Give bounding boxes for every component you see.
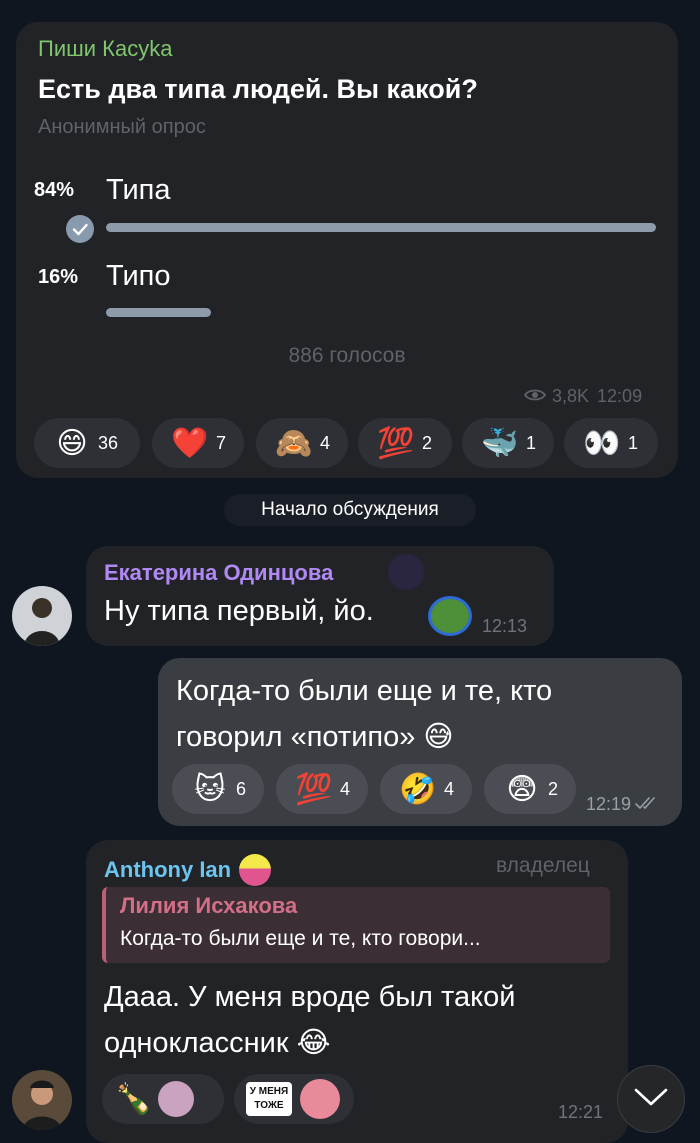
poll-message: Пиши Касуka Есть два типа людей. Вы како…	[16, 22, 678, 478]
reaction-count: 4	[444, 778, 455, 799]
reply-text: Когда-то были еще и те, кто говори...	[120, 927, 481, 950]
cat-icon: 🐱	[194, 772, 226, 806]
double-check-icon	[635, 794, 659, 815]
anime-avatar-icon	[158, 1081, 194, 1117]
reply-quote[interactable]: Лилия Исхакова Когда-то были еще и те, к…	[102, 887, 610, 963]
message-time: 12:21	[558, 1102, 604, 1122]
sweat-smile-icon: 😅	[423, 721, 454, 753]
message-text-line-1: Когда-то были еще и те, кто	[176, 675, 553, 707]
discussion-start-label: Начало обсуждения	[224, 494, 476, 526]
reaction-hundred[interactable]: 💯 2	[358, 418, 452, 468]
reaction-count: 4	[340, 778, 351, 799]
sticker-label: У МЕНЯ ТОЖЕ	[246, 1082, 292, 1116]
reaction-sticker[interactable]: У МЕНЯ ТОЖЕ	[234, 1074, 354, 1124]
message-text-line-2: говорил «потипо» 😅	[176, 721, 454, 753]
poll-option-2-text[interactable]: Типо	[106, 260, 170, 293]
reaction-fearful[interactable]: 😨 2	[484, 764, 576, 814]
avatar[interactable]	[12, 1070, 72, 1130]
reaction-hundred[interactable]: 💯 4	[276, 764, 368, 814]
chevron-down-icon	[633, 1086, 669, 1113]
sparkle-badge-icon	[388, 554, 424, 590]
reaction-count: 7	[216, 432, 227, 453]
message-bubble: Anthony Ian владелец Лилия Исхакова Когд…	[86, 840, 628, 1143]
reaction-count: 1	[526, 432, 537, 453]
reaction-whale[interactable]: 🐳 1	[462, 418, 554, 468]
reply-author: Лилия Исхакова	[120, 893, 298, 918]
fearful-face-icon: 😨	[506, 772, 538, 806]
reaction-heart[interactable]: ❤️ 7	[152, 418, 244, 468]
reaction-count: 1	[628, 432, 639, 453]
reaction-count: 2	[422, 432, 433, 453]
poll-option-1-text[interactable]: Типа	[106, 174, 170, 207]
pink-hair-avatar-icon	[300, 1079, 340, 1119]
poll-question: Есть два типа людей. Вы какой?	[38, 74, 478, 104]
reaction-count: 2	[548, 778, 559, 799]
reaction-grin[interactable]: 😄 36	[34, 418, 140, 468]
message-author[interactable]: Anthony Ian	[104, 854, 272, 886]
reaction-count: 6	[236, 778, 247, 799]
hundred-points-icon: 💯	[377, 426, 415, 460]
message-meta: 3,8K 12:09	[523, 386, 643, 407]
message-meta: 12:19	[586, 794, 659, 815]
poll-votes-count: 886 голосов	[288, 344, 406, 367]
message-time: 12:09	[597, 386, 643, 406]
scroll-down-button[interactable]	[617, 1065, 685, 1133]
reaction-rofl[interactable]: 🤣 4	[380, 764, 472, 814]
frog-sticker-icon	[428, 596, 472, 636]
reaction-cat[interactable]: 🐱 6	[172, 764, 264, 814]
see-no-evil-monkey-icon: 🙈	[275, 426, 313, 460]
eyes-icon: 👀	[583, 426, 621, 460]
message-text-line-2: одноклассник 😂	[104, 1027, 331, 1059]
message-author[interactable]: Екатерина Одинцова	[104, 560, 333, 586]
message-time: 12:13	[482, 616, 528, 636]
views-count: 3,8K	[552, 386, 590, 406]
channel-name[interactable]: Пиши Касуka	[38, 36, 172, 62]
hundred-points-icon: 💯	[295, 772, 333, 806]
message-text-line-1: Дааа. У меня вроде был такой	[104, 981, 516, 1013]
reaction-see-no-evil[interactable]: 🙈 4	[256, 418, 348, 468]
avatar[interactable]	[12, 586, 72, 646]
joy-face-icon: 😂	[296, 1027, 331, 1059]
grinning-face-icon: 😄	[56, 426, 88, 460]
rolling-laughing-icon: 🤣	[399, 772, 437, 806]
heart-icon: ❤️	[171, 426, 209, 460]
reaction-bottle[interactable]: 🍾	[102, 1074, 224, 1124]
whale-icon: 🐳	[481, 426, 519, 460]
sunset-badge-icon	[239, 854, 272, 886]
poll-option-1-percent: 84%	[34, 179, 75, 201]
reaction-count: 36	[98, 432, 119, 453]
message-time: 12:19	[586, 794, 632, 814]
poll-option-1-bar	[106, 223, 656, 232]
own-message-bubble: Когда-то были еще и те, кто говорил «пот…	[158, 658, 682, 826]
reaction-count: 4	[320, 432, 331, 453]
poll-type-label: Анонимный опрос	[38, 116, 206, 138]
reaction-eyes[interactable]: 👀 1	[564, 418, 658, 468]
bottle-icon: 🍾	[115, 1082, 153, 1116]
checkmark-icon	[66, 215, 94, 243]
poll-option-2-percent: 16%	[38, 266, 79, 288]
poll-option-2-bar	[106, 308, 211, 317]
owner-badge: владелец	[496, 854, 590, 877]
message-text: Ну типа первый, йо.	[104, 595, 374, 627]
message-bubble: Екатерина Одинцова Ну типа первый, йо. 1…	[86, 546, 554, 646]
eye-icon	[523, 386, 547, 407]
